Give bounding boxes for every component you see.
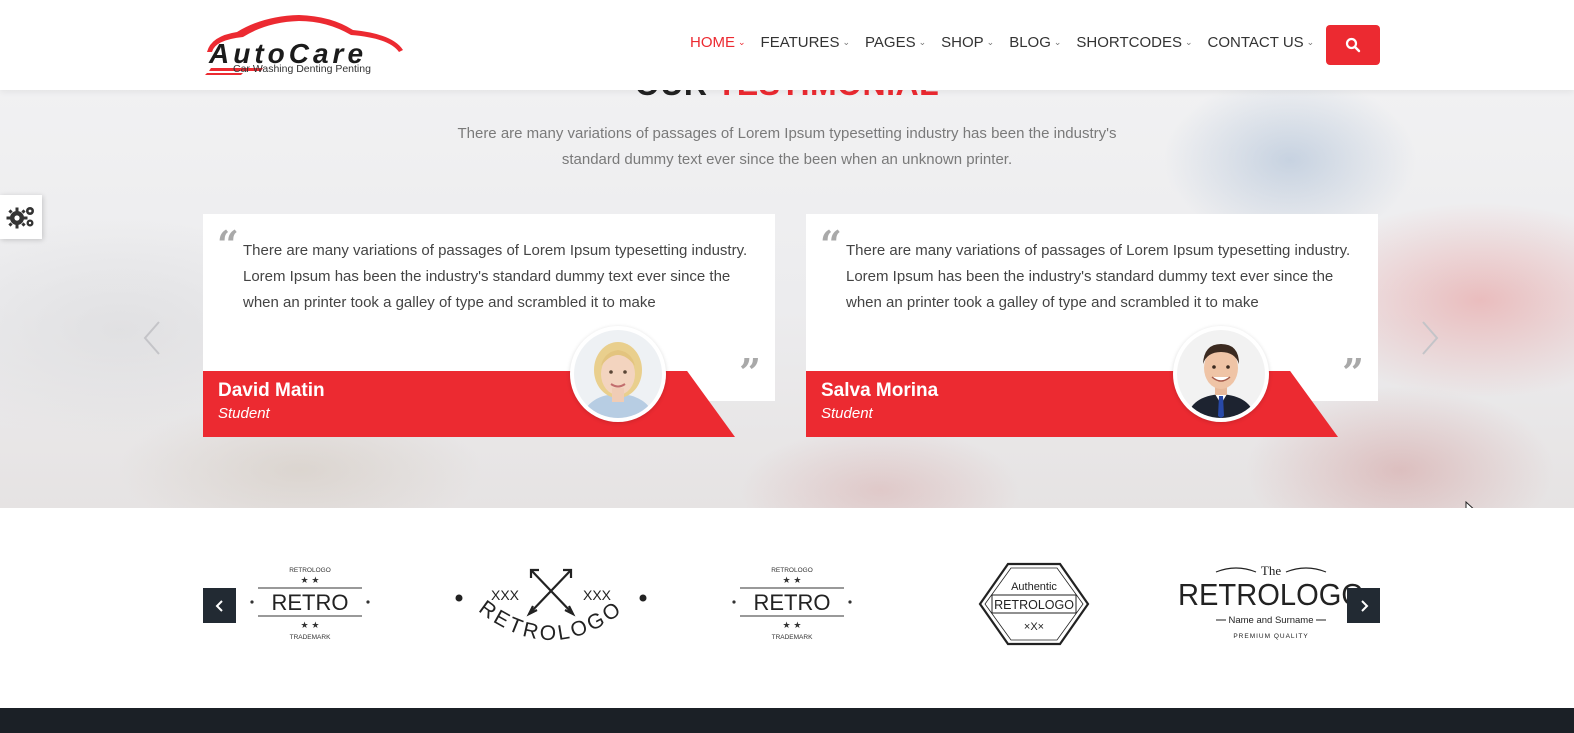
man-avatar-icon xyxy=(1177,330,1265,418)
testimonial-prev-arrow[interactable] xyxy=(140,318,164,358)
site-header: AutoCare Car Washing Denting Penting HOM… xyxy=(0,0,1574,90)
brand-logo-main-text: RETRO xyxy=(272,590,349,615)
chevron-down-icon: ⌄ xyxy=(918,37,927,47)
quote-open-icon: “ xyxy=(217,222,239,267)
nav-label: SHORTCODES xyxy=(1076,34,1182,51)
chevron-down-icon: ⌄ xyxy=(842,37,850,47)
brand-logo[interactable]: The RETROLOGO Name and Surname PREMIUM Q… xyxy=(1176,560,1366,650)
star-icon: ★ ★ xyxy=(783,576,802,586)
brand-logo[interactable]: RETROLOGO ★ ★ RETRO ★ ★ TRADEMARK xyxy=(250,560,370,650)
testimonial-name: David Matin xyxy=(218,380,325,401)
brand-logo-top-text: RETROLOGO xyxy=(289,567,331,574)
testimonial-card: “ ” There are many variations of passage… xyxy=(806,214,1378,437)
brand-logo-arc-text: RETROLOGO xyxy=(475,596,628,645)
brand-logos-section: RETROLOGO ★ ★ RETRO ★ ★ TRADEMARK XXX XX… xyxy=(0,508,1574,708)
main-nav: HOME ⌄ FEATURES ⌄ PAGES ⌄ SHOP ⌄ BLOG ⌄ SHORT… xyxy=(690,34,1329,51)
chevron-left-icon xyxy=(143,321,160,355)
brand-logo-top-text: The xyxy=(1261,563,1281,578)
brand-logo-sub-text: Name and Surname xyxy=(1228,615,1313,626)
brand-logo[interactable]: RETROLOGO ★ ★ RETRO ★ ★ TRADEMARK xyxy=(732,560,852,650)
chevron-right-icon xyxy=(1422,321,1439,355)
man-avatar xyxy=(1173,326,1269,422)
chevron-down-icon: ⌄ xyxy=(1185,37,1193,47)
nav-label: SHOP xyxy=(941,34,984,51)
nav-label: HOME xyxy=(690,34,735,51)
nav-label: BLOG xyxy=(1009,34,1051,51)
star-icon: ★ ★ xyxy=(783,621,802,631)
star-icon: ★ ★ xyxy=(301,576,320,586)
woman-avatar xyxy=(570,326,666,422)
logo-tagline: Car Washing Denting Penting xyxy=(233,63,371,75)
brand-logo-bottom-text: TRADEMARK xyxy=(290,634,331,641)
chevron-left-icon xyxy=(215,599,223,612)
search-button[interactable] xyxy=(1326,25,1380,65)
brand-logo-bottom-text: ×X× xyxy=(1024,621,1044,633)
testimonial-role: Student xyxy=(821,405,873,422)
testimonial-role: Student xyxy=(218,405,270,422)
brand-logo-top-text: RETROLOGO xyxy=(771,567,813,574)
brand-logo[interactable]: Authentic RETROLOGO ×X× xyxy=(978,560,1090,650)
chevron-down-icon: ⌄ xyxy=(1053,37,1062,47)
brand-logo-marks: XXX xyxy=(583,587,612,603)
brand-logo-main-text: RETRO xyxy=(754,590,831,615)
nav-item-blog[interactable]: BLOG ⌄ xyxy=(1009,34,1061,51)
star-icon: ★ ★ xyxy=(301,621,320,631)
nav-label: PAGES xyxy=(865,34,916,51)
brand-logo[interactable]: XXX XXX RETROLOGO xyxy=(453,560,649,650)
nav-item-shortcodes[interactable]: SHORTCODES ⌄ xyxy=(1076,34,1192,51)
nav-item-home[interactable]: HOME ⌄ xyxy=(690,34,746,51)
testimonial-name: Salva Morina xyxy=(821,380,939,401)
testimonial-card: “ ” There are many variations of passage… xyxy=(203,214,775,437)
chevron-right-icon xyxy=(1360,599,1368,612)
brand-logo-main-text: RETROLOGO xyxy=(994,598,1074,612)
nav-item-contact-us[interactable]: CONTACT US ⌄ xyxy=(1208,34,1315,51)
nav-label: CONTACT US xyxy=(1207,34,1304,51)
woman-avatar-icon xyxy=(574,330,662,418)
brand-logo-top-text: Authentic xyxy=(1011,581,1057,593)
testimonial-next-arrow[interactable] xyxy=(1418,318,1442,358)
quote-close-icon: ” xyxy=(1342,350,1364,395)
testimonial-text: There are many variations of passages of… xyxy=(243,242,748,311)
nav-item-shop[interactable]: SHOP ⌄ xyxy=(941,34,994,51)
quote-open-icon: “ xyxy=(820,222,842,267)
gears-icon xyxy=(6,207,34,229)
brand-logo-main-text: RETROLOGO xyxy=(475,596,625,645)
brand-logo-marks: XXX xyxy=(491,587,520,603)
quote-close-icon: ” xyxy=(739,350,761,395)
footer-strip xyxy=(0,708,1574,733)
testimonial-text: There are many variations of passages of… xyxy=(846,242,1351,311)
chevron-down-icon: ⌄ xyxy=(986,37,995,47)
section-description: There are many variations of passages of… xyxy=(457,125,1117,168)
search-icon xyxy=(1345,37,1361,53)
nav-item-pages[interactable]: PAGES ⌄ xyxy=(865,34,926,51)
nav-label: FEATURES xyxy=(760,34,840,51)
crossed-arrows-icon xyxy=(526,568,576,617)
settings-panel-toggle[interactable] xyxy=(0,195,42,239)
brand-logo-main-text: RETROLOGO xyxy=(1178,577,1364,612)
site-logo[interactable]: AutoCare Car Washing Denting Penting xyxy=(203,12,408,78)
chevron-down-icon: ⌄ xyxy=(738,37,746,47)
brands-prev-button[interactable] xyxy=(203,588,236,623)
nav-item-features[interactable]: FEATURES ⌄ xyxy=(761,34,850,51)
chevron-down-icon: ⌄ xyxy=(1306,37,1315,47)
brand-logo-bottom-text: PREMIUM QUALITY xyxy=(1233,633,1308,640)
brands-next-button[interactable] xyxy=(1347,588,1380,623)
brand-logo-bottom-text: TRADEMARK xyxy=(772,634,813,641)
